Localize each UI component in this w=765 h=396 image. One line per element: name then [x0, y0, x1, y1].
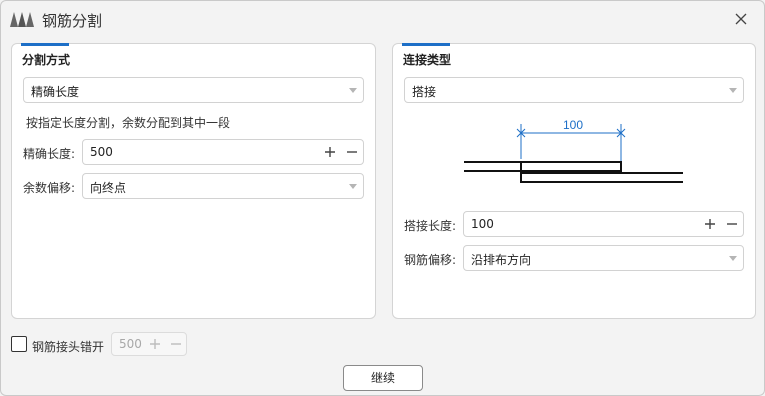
rebar-offset-value: 沿排布方向 [471, 253, 532, 267]
split-method-select[interactable]: 精确长度 [23, 77, 364, 103]
close-icon[interactable] [729, 7, 753, 31]
plus-icon[interactable] [703, 217, 717, 231]
chevron-down-icon [349, 184, 357, 189]
plus-icon [150, 339, 160, 349]
minus-icon[interactable] [725, 217, 739, 231]
rebar-offset-select[interactable]: 沿排布方向 [463, 245, 744, 271]
connection-type-panel: 连接类型 搭接 100 搭接长度: 100 钢筋偏移: 沿排布方向 [392, 43, 756, 319]
stagger-value-stepper: 500 [111, 332, 187, 356]
remainder-offset-select[interactable]: 向终点 [82, 173, 364, 199]
exact-length-label: 精确长度: [23, 147, 76, 161]
connection-type-title: 连接类型 [403, 53, 452, 67]
rebar-offset-label: 钢筋偏移: [404, 253, 457, 267]
connection-type-select[interactable]: 搭接 [404, 77, 744, 103]
rebar-split-dialog: 钢筋分割 分割方式 精确长度 按指定长度分割，余数分配到其中一段 精确长度: 5… [0, 0, 765, 396]
plus-icon[interactable] [323, 145, 337, 159]
remainder-offset-value: 向终点 [90, 181, 127, 195]
chevron-down-icon [729, 88, 737, 93]
chevron-down-icon [349, 88, 357, 93]
panel-accent-bar [402, 43, 450, 46]
window-title: 钢筋分割 [42, 12, 103, 30]
continue-button[interactable]: 继续 [343, 365, 423, 391]
split-method-value: 精确长度 [31, 85, 80, 99]
panel-accent-bar [21, 43, 69, 46]
minus-icon[interactable] [345, 145, 359, 159]
minus-icon [171, 343, 181, 345]
split-method-title: 分割方式 [22, 53, 71, 67]
lap-length-label: 搭接长度: [404, 219, 457, 233]
app-logo-icon [10, 12, 34, 27]
lap-length-stepper[interactable]: 100 [463, 211, 744, 237]
split-hint-text: 按指定长度分割，余数分配到其中一段 [26, 116, 231, 130]
lap-length-value: 100 [471, 217, 494, 231]
chevron-down-icon [729, 256, 737, 261]
title-bar: 钢筋分割 [1, 1, 764, 37]
stagger-label: 钢筋接头错开 [32, 340, 105, 354]
remainder-offset-label: 余数偏移: [23, 181, 76, 195]
stagger-value: 500 [119, 337, 142, 351]
lap-splice-diagram: 100 [464, 118, 683, 183]
connection-type-value: 搭接 [412, 85, 437, 99]
exact-length-value: 500 [90, 145, 113, 159]
split-method-panel: 分割方式 精确长度 按指定长度分割，余数分配到其中一段 精确长度: 500 余数… [11, 43, 376, 319]
exact-length-stepper[interactable]: 500 [82, 139, 364, 165]
stagger-checkbox[interactable] [11, 336, 27, 352]
dimension-value: 100 [563, 118, 583, 132]
